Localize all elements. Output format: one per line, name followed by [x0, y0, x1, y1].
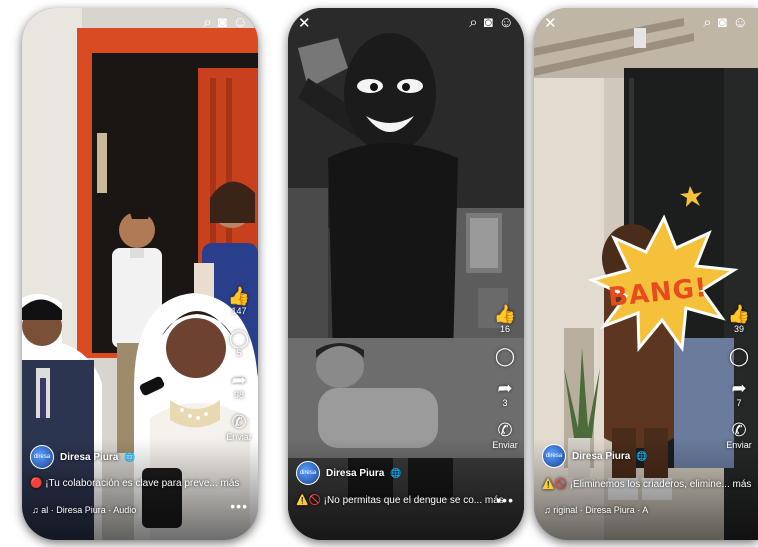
action-rail: 👍 39 ◯ ➦ 7 ✆ Enviar [724, 304, 754, 462]
search-icon[interactable]: ⌕ [703, 14, 711, 32]
camera-icon[interactable]: ◙ [718, 14, 727, 32]
top-toolbar: ⌕ ◙ ☺ [203, 14, 248, 32]
top-toolbar: ⌕ ◙ ☺ [703, 14, 748, 32]
comment-icon[interactable]: ◯ [229, 328, 249, 348]
like-count: 16 [499, 324, 510, 334]
send-label[interactable]: Enviar [492, 440, 518, 450]
profile-icon[interactable]: ☺ [733, 14, 748, 32]
action-rail: 👍 16 ◯ ➦ 3 ✆ Enviar [490, 304, 520, 462]
share-count: 7 [736, 398, 742, 408]
comment-icon[interactable]: ◯ [729, 346, 749, 366]
more-options-icon[interactable]: ••• [496, 492, 514, 508]
author-row[interactable]: diresa Diresa Piura 🌐 [296, 461, 402, 485]
send-label[interactable]: Enviar [726, 440, 752, 450]
reel-caption[interactable]: ⚠️🚫 ¡No permitas que el dengue se co... … [296, 495, 504, 506]
reel-card-2[interactable]: ✕ ⌕ ◙ ☺ 👍 16 ◯ ➦ 3 ✆ Enviar diresa Dires… [288, 8, 524, 540]
close-icon[interactable]: ✕ [298, 14, 311, 32]
more-options-icon[interactable]: ••• [230, 498, 248, 514]
share-icon[interactable]: ➦ [731, 378, 746, 398]
reel-caption[interactable]: 🔴 ¡Tu colaboración es clave para preve..… [30, 478, 239, 489]
globe-icon: 🌐 [124, 451, 136, 462]
author-row[interactable]: diresa Diresa Piura 🌐 [542, 444, 648, 468]
author-name[interactable]: Diresa Piura [326, 468, 384, 479]
like-icon[interactable]: 👍 [494, 304, 516, 324]
whatsapp-icon[interactable]: ✆ [731, 420, 746, 440]
author-name[interactable]: Diresa Piura [60, 452, 118, 463]
reel-card-1[interactable]: ⌕ ◙ ☺ 👍 147 ◯ 5 ➦ 98 ✆ Enviar diresa Dir… [22, 8, 258, 540]
action-rail: 👍 147 ◯ 5 ➦ 98 ✆ Enviar [224, 286, 254, 454]
camera-icon[interactable]: ◙ [218, 14, 227, 32]
close-icon[interactable]: ✕ [544, 14, 557, 32]
send-label[interactable]: Enviar [226, 432, 252, 442]
author-row[interactable]: diresa Diresa Piura 🌐 [30, 445, 136, 469]
reel-card-3[interactable]: BANG! ✕ ⌕ ◙ ☺ 👍 39 ◯ ➦ 7 ✆ Enviar diresa… [534, 8, 758, 540]
whatsapp-icon[interactable]: ✆ [497, 420, 512, 440]
search-icon[interactable]: ⌕ [203, 14, 211, 32]
avatar[interactable]: diresa [30, 445, 54, 469]
top-toolbar: ⌕ ◙ ☺ [469, 14, 514, 32]
audio-track[interactable]: ♫ riginal · Diresa Piura · A [544, 505, 648, 515]
search-icon[interactable]: ⌕ [469, 14, 477, 32]
like-count: 39 [733, 324, 744, 334]
profile-icon[interactable]: ☺ [499, 14, 514, 32]
avatar[interactable]: diresa [296, 461, 320, 485]
like-count: 147 [231, 306, 247, 316]
camera-icon[interactable]: ◙ [484, 14, 493, 32]
avatar[interactable]: diresa [542, 444, 566, 468]
globe-icon: 🌐 [390, 467, 402, 478]
globe-icon: 🌐 [636, 450, 648, 461]
share-icon[interactable]: ➦ [231, 370, 246, 390]
profile-icon[interactable]: ☺ [233, 14, 248, 32]
like-icon[interactable]: 👍 [728, 304, 750, 324]
comment-icon[interactable]: ◯ [495, 346, 515, 366]
comment-count: 5 [236, 348, 242, 358]
share-count: 3 [502, 398, 508, 408]
reel-caption[interactable]: ⚠️🚫 ¡Eliminemos los criaderos, elimine..… [542, 479, 751, 490]
author-name[interactable]: Diresa Piura [572, 451, 630, 462]
share-icon[interactable]: ➦ [497, 378, 512, 398]
audio-track[interactable]: ♫ al · Diresa Piura · Audio [32, 505, 136, 515]
share-count: 98 [233, 390, 244, 400]
like-icon[interactable]: 👍 [228, 286, 250, 306]
whatsapp-icon[interactable]: ✆ [231, 412, 246, 432]
